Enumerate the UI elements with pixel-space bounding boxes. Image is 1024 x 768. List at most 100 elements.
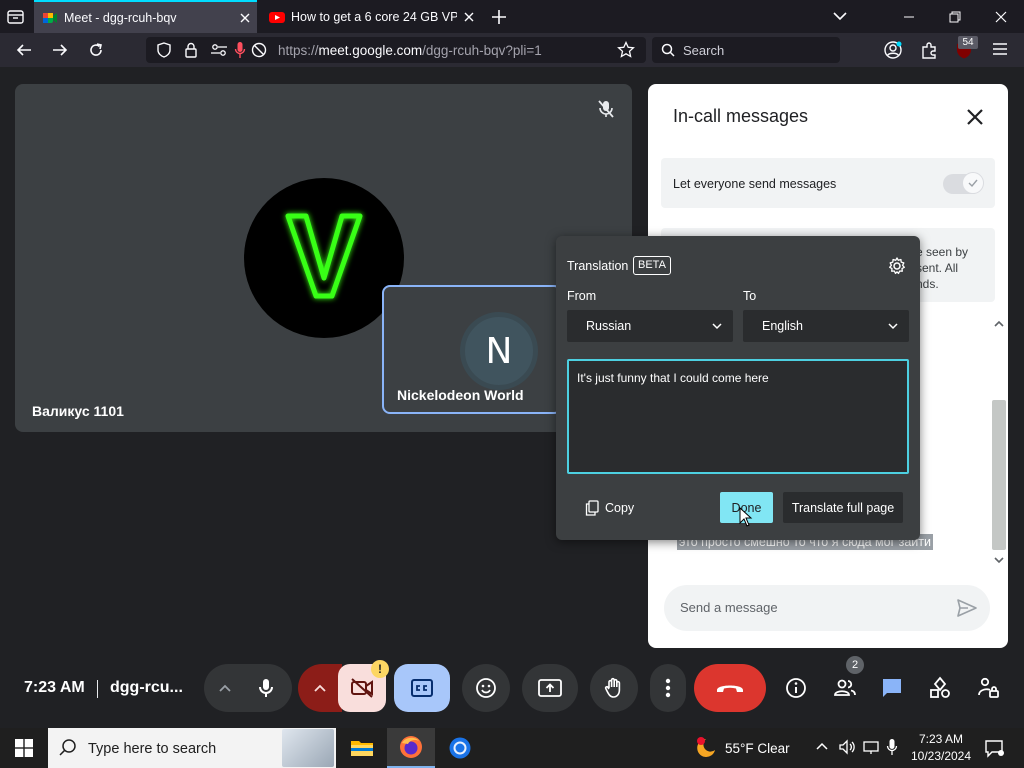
microphone-icon[interactable] (254, 676, 278, 700)
reactions-button[interactable] (462, 664, 510, 712)
search-box[interactable]: Search (652, 37, 840, 63)
close-panel-icon[interactable] (963, 105, 987, 129)
weather-icon[interactable] (692, 736, 718, 760)
tray-clock-time[interactable]: 7:23 AM (913, 732, 969, 746)
to-language-value: English (762, 319, 803, 333)
firefox-taskbar-icon[interactable] (387, 728, 435, 768)
lock-icon[interactable] (184, 42, 198, 58)
audio-options-chevron-up-icon[interactable] (217, 680, 233, 696)
microphone-in-use-icon[interactable] (234, 41, 246, 59)
search-placeholder: Search (683, 42, 725, 58)
tab-meet[interactable]: Meet - dgg-rcuh-bqv (34, 0, 257, 33)
copy-button[interactable]: Copy (575, 493, 644, 523)
send-message-placeholder: Send a message (680, 600, 778, 615)
chevron-down-icon (888, 323, 898, 330)
raise-hand-icon (604, 677, 621, 698)
notifications-icon[interactable] (984, 738, 1004, 758)
captions-button[interactable] (394, 664, 450, 712)
close-window-icon[interactable] (978, 0, 1024, 33)
tab-youtube-title: How to get a 6 core 24 GB VPS - Y (291, 9, 457, 24)
from-language-select[interactable]: Russian (567, 310, 733, 342)
scroll-down-arrow-icon[interactable] (992, 554, 1006, 566)
message-notice-text: e seen by sent. All nds. (916, 244, 968, 292)
restore-window-icon[interactable] (932, 0, 978, 33)
panel-title: In-call messages (673, 106, 809, 126)
from-label: From (567, 289, 597, 303)
raise-hand-button[interactable] (590, 664, 638, 712)
account-icon[interactable] (883, 40, 903, 60)
participant-avatar-v (244, 178, 404, 338)
people-icon[interactable] (832, 676, 858, 700)
self-view-name: Nickelodeon World (397, 387, 524, 403)
permissions-icon[interactable] (210, 43, 228, 57)
translation-settings-gear-icon[interactable] (887, 256, 907, 276)
video-options-button[interactable] (298, 664, 342, 712)
camera-off-icon (351, 678, 373, 698)
host-controls-lock-icon[interactable] (976, 676, 1000, 700)
extensions-puzzle-icon[interactable] (919, 40, 939, 60)
meeting-code[interactable]: dgg-rcu... (110, 679, 183, 697)
participant-name: Валикус 1101 (32, 403, 124, 419)
close-tab-icon[interactable] (233, 6, 257, 30)
search-icon (661, 43, 675, 57)
reload-icon[interactable] (82, 37, 110, 63)
participant-count-badge: 2 (846, 656, 864, 674)
meeting-info-icon[interactable] (784, 676, 808, 700)
chevron-down-icon (712, 323, 722, 330)
translated-text-area[interactable]: It's just funny that I could come here (567, 359, 909, 474)
translate-full-page-button[interactable]: Translate full page (783, 492, 903, 523)
tab-list-icon[interactable] (6, 8, 26, 26)
notice-line: nds. (916, 277, 939, 291)
tab-meet-title: Meet - dgg-rcuh-bqv (64, 10, 177, 25)
bookmark-star-icon[interactable] (617, 41, 635, 59)
chat-icon[interactable] (880, 676, 904, 700)
forward-arrow-icon[interactable] (46, 37, 74, 63)
to-language-select[interactable]: English (743, 310, 909, 342)
scroll-up-arrow-icon[interactable] (992, 318, 1006, 330)
beta-badge: BETA (633, 256, 671, 275)
present-screen-icon (538, 679, 562, 697)
url-text[interactable]: https://meet.google.com/dgg-rcuh-bqv?pli… (278, 43, 542, 58)
microphone-tray-icon[interactable] (886, 738, 898, 756)
translation-title: Translation (567, 259, 629, 273)
from-language-value: Russian (586, 319, 632, 333)
copy-label: Copy (605, 501, 635, 515)
file-explorer-icon[interactable] (338, 728, 386, 768)
back-arrow-icon[interactable] (10, 37, 38, 63)
search-highlight-image (282, 729, 334, 767)
notice-line: e seen by (916, 245, 969, 259)
divider (97, 680, 98, 698)
camera-blocked-icon[interactable] (250, 42, 268, 58)
scrollbar-thumb[interactable] (992, 400, 1006, 550)
extension-badge: 54 (958, 36, 978, 49)
notice-line: sent. All (916, 261, 959, 275)
weather-text[interactable]: 55°F Clear (725, 741, 790, 756)
activities-icon[interactable] (928, 676, 952, 700)
tray-overflow-chevron-icon[interactable] (815, 740, 829, 752)
windows-start-icon[interactable] (0, 728, 48, 768)
volume-icon[interactable] (838, 739, 856, 755)
minimize-window-icon[interactable] (886, 0, 932, 33)
tab-overflow-chevron-icon[interactable] (832, 10, 848, 22)
close-tab-icon[interactable] (457, 5, 481, 29)
tracking-shield-icon[interactable] (156, 42, 172, 58)
new-tab-icon[interactable] (490, 8, 508, 26)
app-menu-icon[interactable] (991, 41, 1009, 57)
tab-youtube[interactable]: How to get a 6 core 24 GB VPS - Y (261, 0, 481, 33)
tray-clock-date[interactable]: 10/23/2024 (909, 749, 973, 763)
present-screen-button[interactable] (522, 664, 578, 712)
chevron-up-icon (314, 684, 326, 692)
camera-warning-badge: ! (371, 660, 389, 678)
send-icon[interactable] (956, 598, 978, 618)
meeting-time: 7:23 AM (24, 679, 85, 696)
more-options-button[interactable] (650, 664, 686, 712)
leave-call-button[interactable] (694, 664, 766, 712)
mouse-pointer-icon (739, 507, 753, 527)
chrome-taskbar-icon[interactable] (436, 728, 484, 768)
toggle-check-icon[interactable] (962, 172, 984, 194)
closed-captions-icon (411, 679, 433, 697)
allow-messages-label: Let everyone send messages (673, 177, 837, 191)
network-icon[interactable] (862, 739, 880, 755)
more-vert-icon (665, 678, 671, 698)
taskbar-search-icon (58, 738, 78, 758)
